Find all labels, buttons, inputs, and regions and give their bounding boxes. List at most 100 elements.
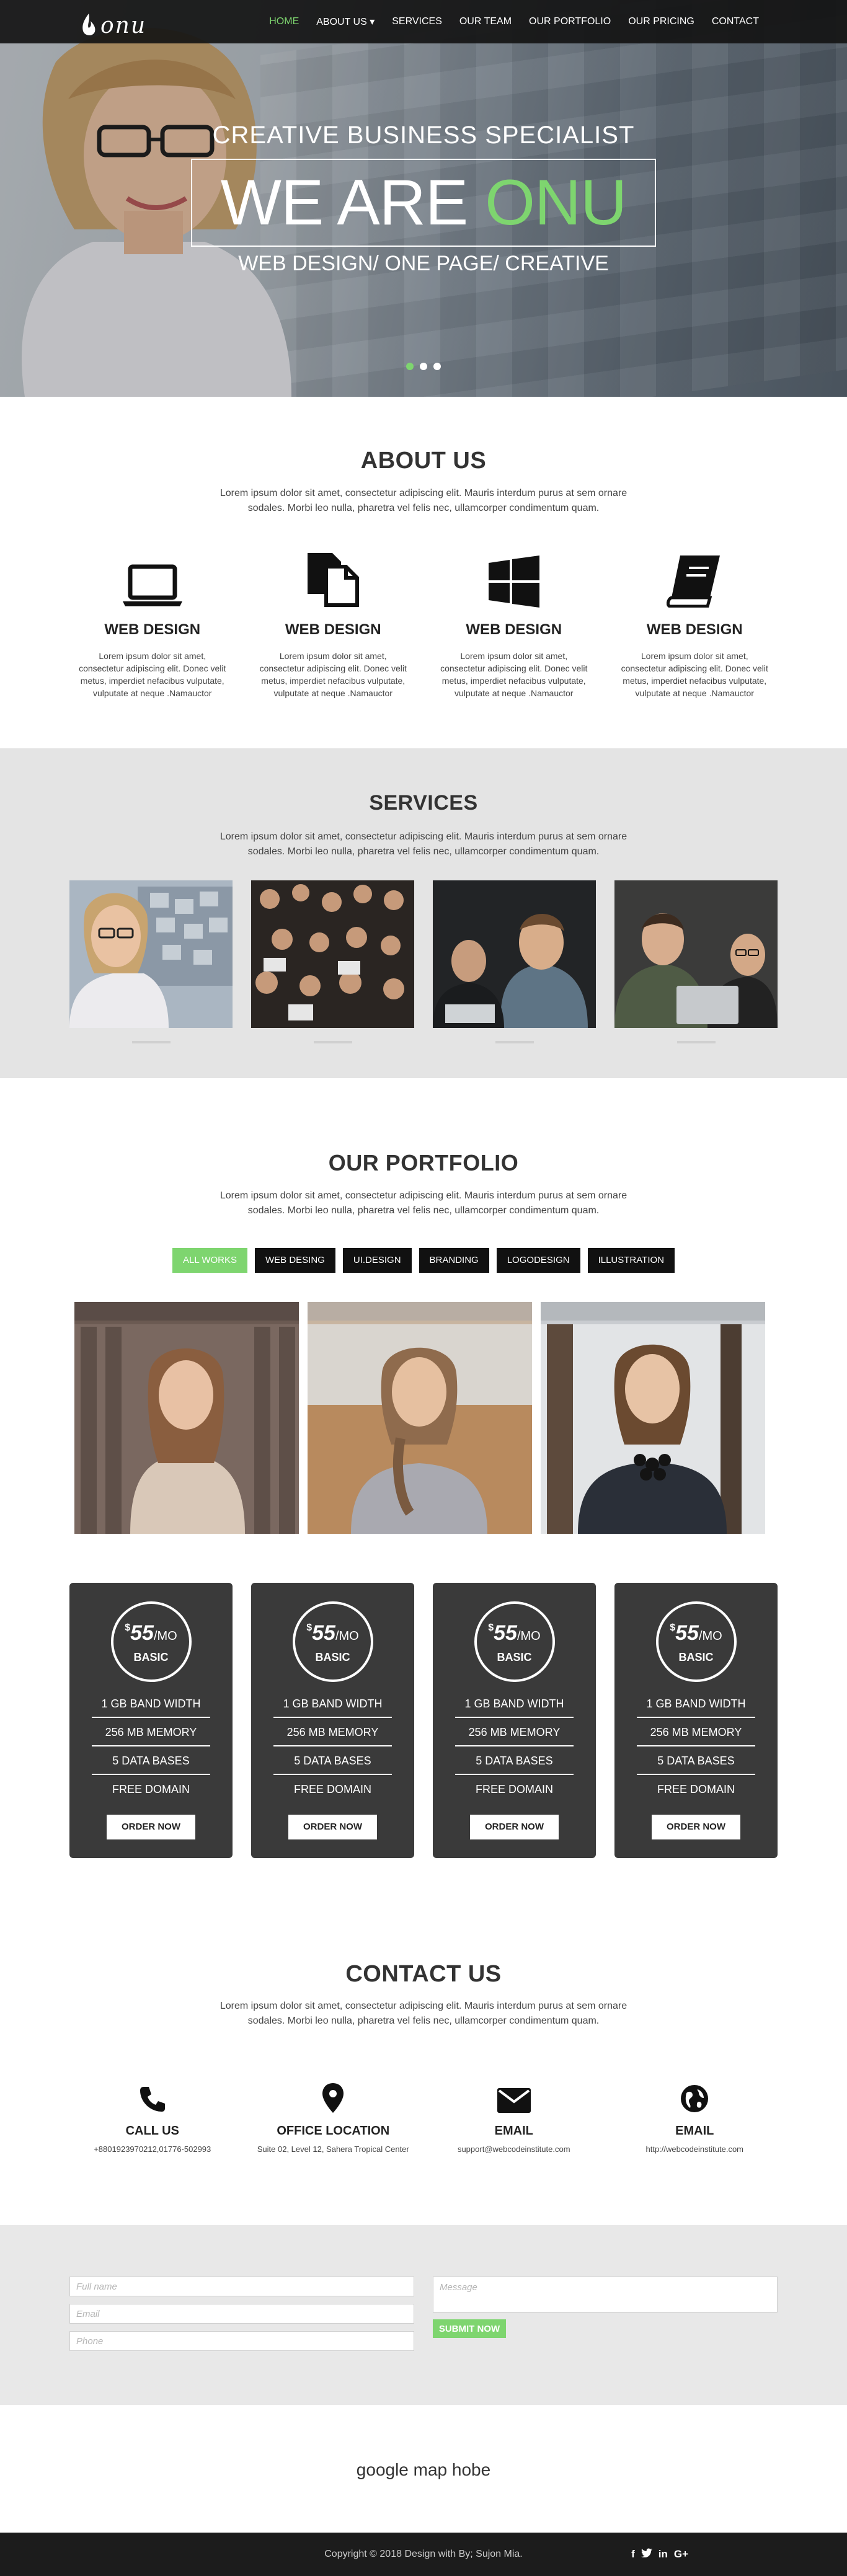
portfolio-gallery [74, 1302, 765, 1534]
plan-feature: 1 GB BAND WIDTH [273, 1689, 392, 1718]
contact-item: CALL US +8801923970212,01776-502993 [62, 2076, 243, 2154]
plan-feature: 256 MB MEMORY [637, 1718, 755, 1746]
feature-card: WEB DESIGN Lorem ipsum dolor sit amet, c… [62, 546, 243, 699]
portfolio-item[interactable] [308, 1302, 532, 1534]
filter-web-design[interactable]: WEB DESING [254, 1248, 335, 1273]
order-now-button[interactable]: ORDER NOW [470, 1815, 559, 1839]
feature-card: WEB DESIGN Lorem ipsum dolor sit amet, c… [243, 546, 424, 699]
portfolio-description: Lorem ipsum dolor sit amet, consectetur … [220, 1190, 627, 1216]
price-circle: $55/MO BASIC [292, 1601, 373, 1682]
contact-item: EMAIL http://webcodeinstitute.com [605, 2076, 786, 2154]
feature-text: Lorem ipsum dolor sit amet, consectetur … [79, 651, 226, 698]
filter-illustration[interactable]: ILLUSTRATION [587, 1248, 675, 1273]
plan-feature: 256 MB MEMORY [92, 1718, 210, 1746]
service-caption-bar [495, 1041, 534, 1043]
nav-item-contact[interactable]: CONTACT [703, 16, 768, 27]
laptop-icon [122, 564, 182, 606]
map-placeholder: google map hobe [356, 2460, 491, 2479]
contact-title: CONTACT US [345, 1961, 502, 1987]
service-photo-team-laptop [614, 880, 778, 1028]
social-links: f in G+ [631, 2533, 688, 2576]
feature-title: WEB DESIGN [285, 621, 381, 638]
email-field[interactable] [69, 2304, 414, 2324]
feature-title: WEB DESIGN [466, 621, 562, 638]
linkedin-icon[interactable]: in [659, 2548, 668, 2561]
plan-name: BASIC [133, 1651, 169, 1663]
price-circle: $55/MO BASIC [110, 1601, 192, 1682]
submit-button[interactable]: SUBMIT NOW [433, 2319, 506, 2338]
plan-features: 1 GB BAND WIDTH 256 MB MEMORY 5 DATA BAS… [455, 1689, 574, 1804]
hero-subtitle-top: CREATIVE BUSINESS SPECIALIST [212, 122, 635, 149]
message-field[interactable] [433, 2277, 778, 2313]
fullname-field[interactable] [69, 2277, 414, 2296]
order-now-button[interactable]: ORDER NOW [288, 1815, 377, 1839]
globe-icon [681, 2085, 709, 2112]
hero-title-box: WE ARE ONU [191, 159, 656, 247]
logo-text: onu [100, 13, 147, 38]
googleplus-icon[interactable]: G+ [674, 2548, 688, 2561]
pricing-plan: $55/MO BASIC 1 GB BAND WIDTH 256 MB MEMO… [433, 1583, 596, 1858]
filter-all-works[interactable]: ALL WORKS [172, 1248, 247, 1273]
logo[interactable]: onu [81, 5, 146, 38]
feature-text: Lorem ipsum dolor sit amet, consectetur … [440, 651, 588, 698]
services-gallery [69, 880, 778, 1028]
plan-price: $55/MO [670, 1621, 722, 1645]
plan-feature: FREE DOMAIN [112, 1783, 190, 1795]
price-circle: $55/MO BASIC [655, 1601, 737, 1682]
envelope-icon [497, 2088, 531, 2113]
services-description: Lorem ipsum dolor sit amet, consectetur … [220, 831, 627, 857]
portfolio-photo-woman-tree [541, 1302, 765, 1534]
service-image[interactable] [614, 880, 778, 1028]
files-icon [308, 553, 360, 607]
location-pin-icon [322, 2083, 344, 2113]
plan-feature: 256 MB MEMORY [455, 1718, 574, 1746]
plan-feature: 5 DATA BASES [92, 1746, 210, 1775]
contact-item-text: support@webcodeinstitute.com [457, 2144, 570, 2154]
nav-item-about-us[interactable]: ABOUT US ▾ [308, 15, 383, 28]
slider-dot-3[interactable] [433, 363, 441, 370]
order-now-button[interactable]: ORDER NOW [107, 1815, 195, 1839]
plan-feature: 1 GB BAND WIDTH [455, 1689, 574, 1718]
plan-features: 1 GB BAND WIDTH 256 MB MEMORY 5 DATA BAS… [273, 1689, 392, 1804]
nav-item-home[interactable]: HOME [260, 16, 308, 27]
service-caption-bar [132, 1041, 171, 1043]
portfolio-filters: ALL WORKS WEB DESING UI.DESIGN BRANDING … [0, 1248, 847, 1273]
portfolio-item[interactable] [541, 1302, 765, 1534]
plan-price: $55/MO [488, 1621, 541, 1645]
service-photo-crowd-laptops [251, 880, 414, 1028]
nav-item-services[interactable]: SERVICES [383, 16, 451, 27]
hero-subtitle-bottom: WEB DESIGN/ ONE PAGE/ CREATIVE [238, 252, 609, 275]
windows-icon [488, 555, 539, 608]
contact-item-text: Suite 02, Level 12, Sahera Tropical Cent… [257, 2144, 409, 2154]
contact-item-text: http://webcodeinstitute.com [645, 2144, 744, 2154]
service-image[interactable] [433, 880, 596, 1028]
about-features: WEB DESIGN Lorem ipsum dolor sit amet, c… [62, 546, 785, 699]
slider-dot-2[interactable] [420, 363, 427, 370]
nav-item-our-pricing[interactable]: OUR PRICING [619, 16, 703, 27]
filter-logo-design[interactable]: LOGODESIGN [496, 1248, 580, 1273]
nav-item-our-portfolio[interactable]: OUR PORTFOLIO [520, 16, 619, 27]
twitter-icon[interactable] [641, 2548, 652, 2561]
order-now-button[interactable]: ORDER NOW [652, 1815, 740, 1839]
twitter-bird-icon [641, 2548, 652, 2558]
service-caption-bar [314, 1041, 352, 1043]
service-photo-men-laptops [433, 880, 596, 1028]
filter-ui-design[interactable]: UI.DESIGN [342, 1248, 412, 1273]
contact-description: Lorem ipsum dolor sit amet, consectetur … [220, 2001, 627, 2026]
pricing-table: $55/MO BASIC 1 GB BAND WIDTH 256 MB MEMO… [69, 1583, 778, 1858]
slider-dot-1[interactable] [406, 363, 414, 370]
service-image[interactable] [251, 880, 414, 1028]
plan-feature: FREE DOMAIN [293, 1783, 371, 1795]
copyright-text: Copyright © 2018 Design with By; Sujon M… [324, 2549, 523, 2559]
plan-feature: 1 GB BAND WIDTH [637, 1689, 755, 1718]
portfolio-item[interactable] [74, 1302, 299, 1534]
filter-branding[interactable]: BRANDING [419, 1248, 489, 1273]
portfolio-title: OUR PORTFOLIO [328, 1150, 519, 1175]
feature-text: Lorem ipsum dolor sit amet, consectetur … [621, 651, 768, 698]
facebook-icon[interactable]: f [631, 2548, 635, 2561]
phone-field[interactable] [69, 2331, 414, 2351]
pricing-plan: $55/MO BASIC 1 GB BAND WIDTH 256 MB MEMO… [251, 1583, 414, 1858]
service-image[interactable] [69, 880, 233, 1028]
nav-item-our-team[interactable]: OUR TEAM [451, 16, 520, 27]
hero-title-accent: ONU [485, 167, 627, 239]
